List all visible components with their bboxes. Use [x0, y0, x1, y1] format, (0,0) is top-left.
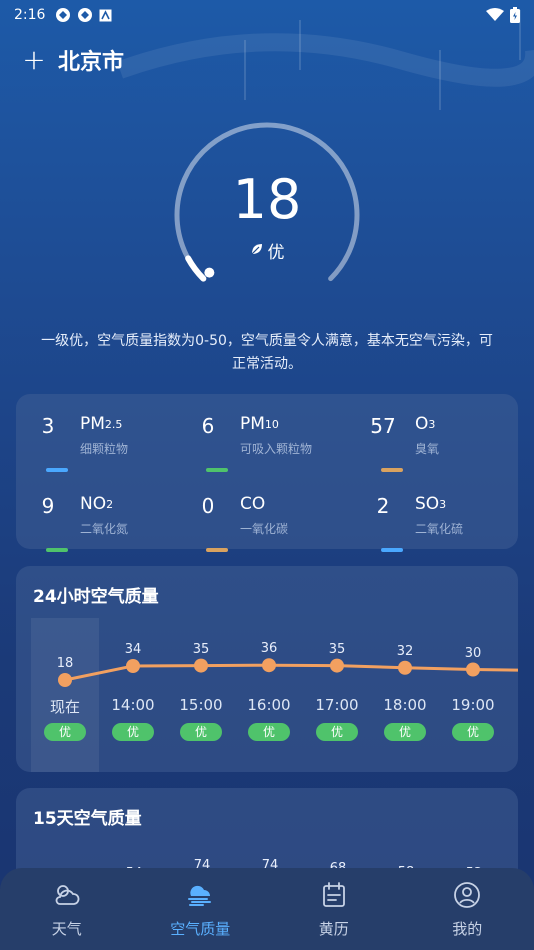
hour-time: 17:00: [315, 696, 359, 714]
aqi-gauge: 18 优: [170, 118, 364, 312]
pollutant-value: 9: [41, 494, 55, 518]
leaf-icon: [250, 241, 264, 261]
hourly-point: [194, 658, 208, 673]
pollutant-co[interactable]: 0 CO 一氧化碳: [184, 494, 344, 554]
pollutant-desc: 可吸入颗粒物: [240, 442, 313, 456]
hour-level-badge: 优: [248, 723, 290, 741]
aqi-level-label: 优: [267, 243, 285, 263]
hourly-point: [58, 673, 72, 687]
hour-level-badge: 优: [180, 723, 222, 741]
pollutant-name: SO3: [415, 494, 447, 514]
nav-item-weather[interactable]: 天气: [0, 868, 134, 950]
aqi-level: 优: [170, 238, 364, 263]
pollutant-desc: 二氧化氮: [80, 522, 129, 536]
pollutant-pm25[interactable]: 3 PM2.5 细颗粒物: [24, 414, 184, 474]
hour-level-badge: 优: [44, 723, 86, 741]
pollutant-name: CO: [240, 494, 266, 514]
pollutant-desc: 一氧化碳: [240, 522, 289, 536]
cloud-sun-icon: [55, 885, 80, 905]
pollutant-indicator: [206, 468, 228, 472]
hourly-aqi-card[interactable]: 24小时空气质量 18 现在优 34 14:00 优 35 15:00 优 36 16:00 优 35…: [16, 566, 518, 772]
nav-item-almanac[interactable]: 黄历: [267, 868, 401, 950]
hour-aqi-value: 34: [124, 642, 142, 657]
nav-label: 空气质量: [170, 920, 231, 938]
hour-aqi-value: 35: [328, 641, 346, 657]
pollutant-indicator: [46, 548, 68, 552]
daily-title: 15天空气质量: [33, 809, 142, 829]
pollutant-desc: 臭氧: [415, 442, 440, 456]
profile-icon: [454, 882, 481, 908]
hour-level-badge: 优: [384, 723, 426, 741]
pollutant-pm10[interactable]: 6 PM10 可吸入颗粒物: [184, 414, 344, 474]
hour-time: 16:00: [247, 696, 291, 714]
pollutant-desc: 二氧化硫: [415, 522, 464, 536]
hourly-point: [398, 660, 412, 675]
bottom-nav: 天气 空气质量 黄历 我的: [0, 868, 534, 950]
pollutant-value: 6: [201, 414, 215, 438]
pollutant-value: 3: [41, 414, 55, 438]
pollutant-name: PM10: [240, 414, 279, 434]
hour-aqi-value: 30: [464, 645, 482, 661]
pollutant-indicator: [381, 468, 403, 472]
aqi-description: 一级优，空气质量指数为0-50，空气质量令人满意，基本无空气污染，可正常活动。: [41, 333, 493, 372]
pollutant-value: 2: [376, 494, 390, 518]
hour-time: 15:00: [179, 696, 223, 714]
nav-label: 天气: [51, 920, 82, 938]
hourly-point: [262, 658, 276, 673]
nav-item-air-quality[interactable]: 空气质量: [134, 868, 268, 950]
pollutant-indicator: [46, 468, 68, 472]
hour-aqi-value: 35: [192, 641, 210, 657]
hour-time: 现在: [49, 698, 80, 716]
pollutant-value: 57: [370, 414, 396, 438]
nav-label: 我的: [452, 920, 483, 938]
pollutant-value: 0: [201, 494, 215, 518]
nav-item-profile[interactable]: 我的: [401, 868, 534, 950]
pollutant-indicator: [381, 548, 403, 552]
nav-label: 黄历: [318, 920, 349, 938]
hour-aqi-value: 32: [396, 643, 414, 659]
hour-level-badge: 优: [316, 723, 358, 741]
pollutant-name: NO2: [80, 494, 114, 514]
pollutant-name: O3: [415, 414, 436, 434]
calendar-icon: [322, 882, 345, 907]
hourly-point: [330, 658, 344, 673]
hour-aqi-value: 36: [260, 641, 278, 657]
air-quality-icon: [188, 885, 212, 906]
hour-level-badge: 优: [112, 723, 154, 741]
hour-time: 20: [507, 696, 518, 714]
hour-level-badge: 优: [452, 723, 494, 741]
hour-aqi-value: 29: [507, 646, 518, 661]
pollutant-name: PM2.5: [80, 414, 123, 434]
pollutant-no2[interactable]: 9 NO2 二氧化氮: [24, 494, 184, 554]
pollutant-desc: 细颗粒物: [80, 442, 129, 456]
pollutant-o3[interactable]: 57 O3 臭氧: [359, 414, 519, 474]
hour-time: 18:00: [383, 696, 427, 714]
pollutants-card[interactable]: 3 PM2.5 细颗粒物 6 PM10 可吸入颗粒物 57 O3 臭氧 9 NO…: [16, 394, 519, 552]
pollutant-indicator: [206, 548, 228, 552]
hour-time: 14:00: [111, 696, 155, 714]
aqi-value: 18: [232, 168, 302, 231]
hourly-point: [126, 659, 140, 673]
pollutant-so3[interactable]: 2 SO3 二氧化硫: [359, 494, 519, 554]
hour-time: 19:00: [451, 696, 495, 714]
hour-aqi-value: 18: [56, 656, 74, 671]
hourly-point: [466, 662, 480, 677]
